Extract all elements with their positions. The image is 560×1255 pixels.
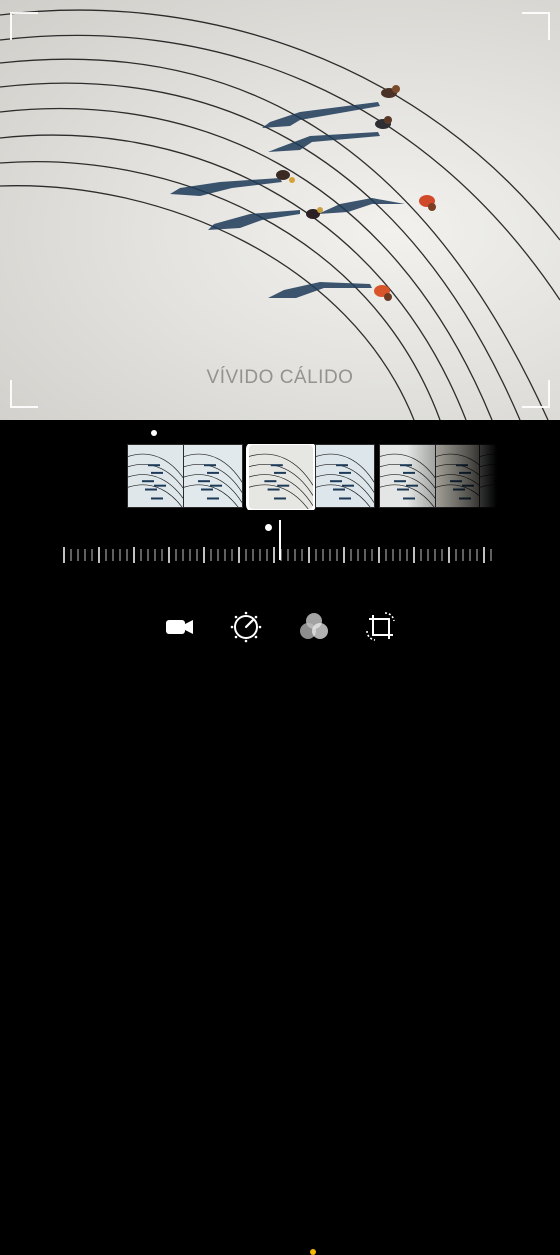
active-tool-indicator — [310, 1249, 316, 1255]
photo-preview[interactable]: VÍVIDO CÁLIDO — [0, 0, 560, 420]
intensity-slider-handle[interactable] — [279, 520, 281, 560]
filter-thumbnail[interactable] — [127, 444, 187, 508]
adjust-dial-icon[interactable] — [229, 610, 263, 644]
edit-toolbar — [0, 604, 560, 1255]
filmstrip-original-dot — [151, 430, 157, 436]
crop-corner-top-left[interactable] — [10, 12, 38, 40]
filter-thumbnail[interactable] — [479, 444, 497, 508]
filter-thumbnail[interactable] — [183, 444, 243, 508]
filter-thumbnail[interactable] — [379, 444, 439, 508]
intensity-default-dot — [265, 524, 272, 531]
photo-artwork — [0, 9, 560, 420]
filter-name-label: VÍVIDO CÁLIDO — [206, 367, 354, 388]
filters-icon[interactable] — [297, 610, 331, 644]
filter-filmstrip[interactable] — [127, 444, 497, 510]
filter-thumbnail[interactable] — [315, 444, 375, 508]
filter-thumbnail-selected[interactable] — [246, 444, 316, 510]
video-camera-icon[interactable] — [163, 610, 197, 644]
crop-corner-top-right[interactable] — [522, 12, 550, 40]
crop-rotate-icon[interactable] — [364, 610, 398, 644]
